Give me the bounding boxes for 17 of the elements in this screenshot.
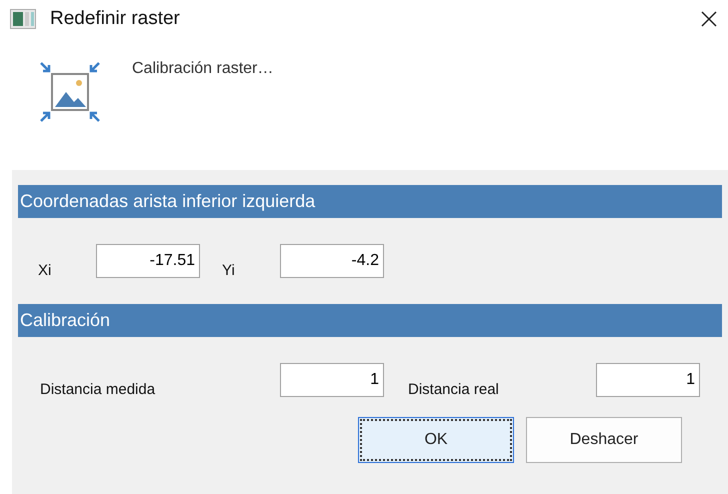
close-icon[interactable] [700,10,718,28]
field-label: Distancia medida [40,380,156,398]
dialog-button[interactable]: OK [358,417,514,463]
text-field[interactable]: 1 [596,363,700,397]
header-text: Calibración raster… [132,60,274,78]
section-header: Coordenadas arista inferior izquierda [18,185,722,218]
image-resize-icon [38,60,102,124]
window-title: Redefinir raster [50,8,180,30]
window-icon [10,9,36,29]
text-field[interactable]: -4.2 [280,244,384,278]
text-field[interactable]: 1 [280,363,384,397]
field-label: Yi [222,262,236,278]
field-label: Xi [38,262,52,278]
field-label: Distancia real [408,380,500,398]
text-field[interactable]: -17.51 [96,244,200,278]
section-header: Calibración [18,304,722,337]
dialog-button[interactable]: Deshacer [526,417,682,463]
